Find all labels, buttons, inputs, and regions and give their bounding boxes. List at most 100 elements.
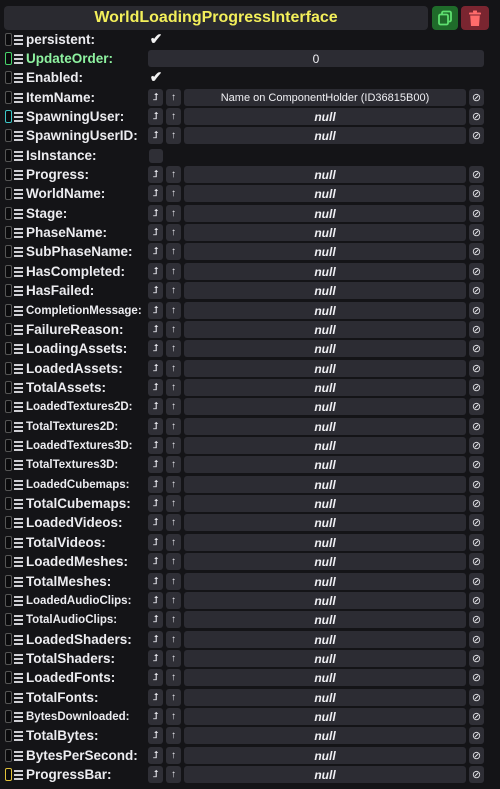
reference-handle[interactable] bbox=[5, 768, 12, 781]
delete-button[interactable] bbox=[461, 6, 489, 30]
reference-jump-button[interactable]: ⮥ bbox=[148, 573, 163, 590]
reference-jump-button[interactable]: ⮥ bbox=[148, 631, 163, 648]
clear-icon[interactable]: ⊘ bbox=[469, 108, 484, 125]
progress-field[interactable]: null bbox=[184, 166, 466, 183]
drag-handle-icon[interactable] bbox=[14, 226, 23, 238]
clear-icon[interactable]: ⊘ bbox=[469, 689, 484, 706]
drag-handle-icon[interactable] bbox=[14, 478, 23, 490]
reference-jump-button[interactable]: ⮥ bbox=[148, 418, 163, 435]
drive-up-button[interactable]: ↑ bbox=[166, 592, 181, 609]
drive-up-button[interactable]: ↑ bbox=[166, 321, 181, 338]
reference-jump-button[interactable]: ⮥ bbox=[148, 224, 163, 241]
reference-handle[interactable] bbox=[5, 187, 12, 200]
total-videos-field[interactable]: null bbox=[184, 534, 466, 551]
total-meshes-field[interactable]: null bbox=[184, 573, 466, 590]
spawning-user-field[interactable]: null bbox=[184, 108, 466, 125]
completion-message-field[interactable]: null bbox=[184, 302, 466, 319]
bytes-per-second-field[interactable]: null bbox=[184, 747, 466, 764]
drag-handle-icon[interactable] bbox=[14, 691, 23, 703]
drive-up-button[interactable]: ↑ bbox=[166, 573, 181, 590]
reference-jump-button[interactable]: ⮥ bbox=[148, 611, 163, 628]
reference-handle[interactable] bbox=[5, 265, 12, 278]
reference-jump-button[interactable]: ⮥ bbox=[148, 476, 163, 493]
drag-handle-icon[interactable] bbox=[14, 265, 23, 277]
clear-icon[interactable]: ⊘ bbox=[469, 514, 484, 531]
drive-up-button[interactable]: ↑ bbox=[166, 282, 181, 299]
drag-handle-icon[interactable] bbox=[14, 304, 23, 316]
clear-icon[interactable]: ⊘ bbox=[469, 766, 484, 783]
loading-assets-field[interactable]: null bbox=[184, 340, 466, 357]
persistent-checkbox[interactable]: ✔ bbox=[149, 31, 163, 48]
reference-jump-button[interactable]: ⮥ bbox=[148, 302, 163, 319]
drive-up-button[interactable]: ↑ bbox=[166, 456, 181, 473]
loaded-shaders-field[interactable]: null bbox=[184, 631, 466, 648]
drive-up-button[interactable]: ↑ bbox=[166, 495, 181, 512]
drive-up-button[interactable]: ↑ bbox=[166, 302, 181, 319]
reference-handle[interactable] bbox=[5, 245, 12, 258]
drag-handle-icon[interactable] bbox=[14, 187, 23, 199]
drive-up-button[interactable]: ↑ bbox=[166, 379, 181, 396]
reference-handle[interactable] bbox=[5, 304, 12, 317]
drag-handle-icon[interactable] bbox=[14, 710, 23, 722]
drag-handle-icon[interactable] bbox=[14, 420, 23, 432]
clear-icon[interactable]: ⊘ bbox=[469, 669, 484, 686]
drive-up-button[interactable]: ↑ bbox=[166, 166, 181, 183]
drag-handle-icon[interactable] bbox=[14, 671, 23, 683]
clear-icon[interactable]: ⊘ bbox=[469, 747, 484, 764]
reference-jump-button[interactable]: ⮥ bbox=[148, 263, 163, 280]
loaded-textures3-d-field[interactable]: null bbox=[184, 437, 466, 454]
drag-handle-icon[interactable] bbox=[14, 342, 23, 354]
drive-up-button[interactable]: ↑ bbox=[166, 360, 181, 377]
clear-icon[interactable]: ⊘ bbox=[469, 708, 484, 725]
reference-handle[interactable] bbox=[5, 652, 12, 665]
total-bytes-field[interactable]: null bbox=[184, 727, 466, 744]
drag-handle-icon[interactable] bbox=[14, 768, 23, 780]
reference-handle[interactable] bbox=[5, 168, 12, 181]
enabled-checkbox[interactable]: ✔ bbox=[149, 69, 163, 86]
clear-icon[interactable]: ⊘ bbox=[469, 205, 484, 222]
total-textures3-d-field[interactable]: null bbox=[184, 456, 466, 473]
drive-up-button[interactable]: ↑ bbox=[166, 437, 181, 454]
reference-handle[interactable] bbox=[5, 110, 12, 123]
drive-up-button[interactable]: ↑ bbox=[166, 185, 181, 202]
reference-handle[interactable] bbox=[5, 207, 12, 220]
clear-icon[interactable]: ⊘ bbox=[469, 263, 484, 280]
has-completed-field[interactable]: null bbox=[184, 263, 466, 280]
reference-jump-button[interactable]: ⮥ bbox=[148, 495, 163, 512]
drive-up-button[interactable]: ↑ bbox=[166, 689, 181, 706]
drag-handle-icon[interactable] bbox=[14, 749, 23, 761]
clear-icon[interactable]: ⊘ bbox=[469, 166, 484, 183]
drag-handle-icon[interactable] bbox=[14, 400, 23, 412]
total-audio-clips-field[interactable]: null bbox=[184, 611, 466, 628]
reference-jump-button[interactable]: ⮥ bbox=[148, 379, 163, 396]
reference-jump-button[interactable]: ⮥ bbox=[148, 398, 163, 415]
drive-up-button[interactable]: ↑ bbox=[166, 340, 181, 357]
failure-reason-field[interactable]: null bbox=[184, 321, 466, 338]
reference-handle[interactable] bbox=[5, 729, 12, 742]
drag-handle-icon[interactable] bbox=[14, 458, 23, 470]
loaded-fonts-field[interactable]: null bbox=[184, 669, 466, 686]
reference-jump-button[interactable]: ⮥ bbox=[148, 747, 163, 764]
reference-handle[interactable] bbox=[5, 381, 12, 394]
drag-handle-icon[interactable] bbox=[14, 245, 23, 257]
drag-handle-icon[interactable] bbox=[14, 91, 23, 103]
duplicate-button[interactable] bbox=[432, 6, 458, 30]
reference-jump-button[interactable]: ⮥ bbox=[148, 437, 163, 454]
stage-field[interactable]: null bbox=[184, 205, 466, 222]
drag-handle-icon[interactable] bbox=[14, 149, 23, 161]
loaded-meshes-field[interactable]: null bbox=[184, 553, 466, 570]
clear-icon[interactable]: ⊘ bbox=[469, 437, 484, 454]
drag-handle-icon[interactable] bbox=[14, 536, 23, 548]
clear-icon[interactable]: ⊘ bbox=[469, 282, 484, 299]
reference-handle[interactable] bbox=[5, 691, 12, 704]
clear-icon[interactable]: ⊘ bbox=[469, 418, 484, 435]
drag-handle-icon[interactable] bbox=[14, 613, 23, 625]
reference-jump-button[interactable]: ⮥ bbox=[148, 766, 163, 783]
reference-handle[interactable] bbox=[5, 516, 12, 529]
drive-up-button[interactable]: ↑ bbox=[166, 766, 181, 783]
reference-jump-button[interactable]: ⮥ bbox=[148, 282, 163, 299]
reference-jump-button[interactable]: ⮥ bbox=[148, 108, 163, 125]
clear-icon[interactable]: ⊘ bbox=[469, 456, 484, 473]
clear-icon[interactable]: ⊘ bbox=[469, 243, 484, 260]
clear-icon[interactable]: ⊘ bbox=[469, 127, 484, 144]
